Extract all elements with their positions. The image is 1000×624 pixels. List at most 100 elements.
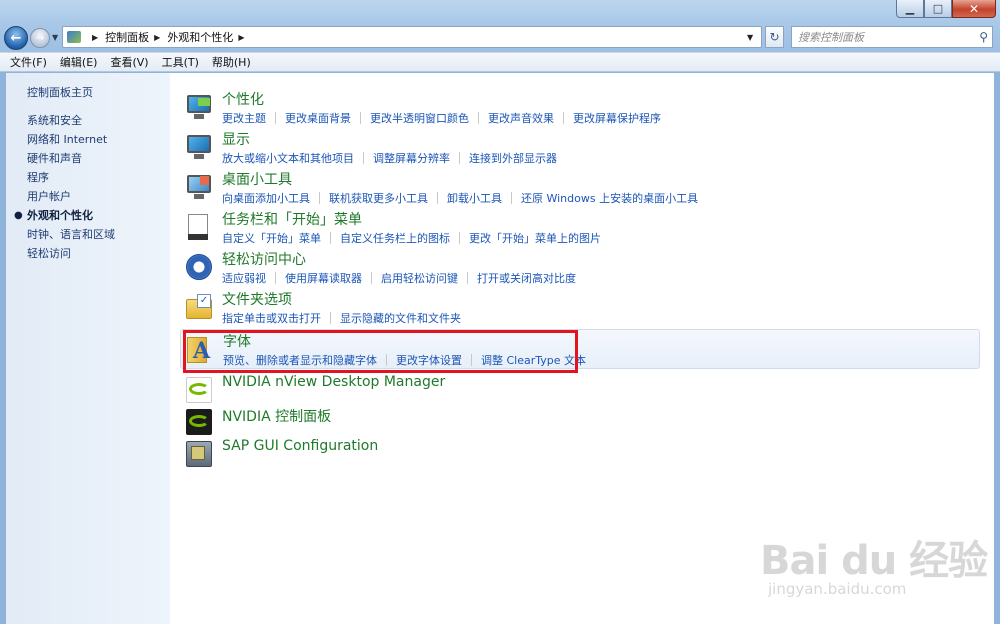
task-link[interactable]: 适应弱视 (222, 270, 266, 286)
task-link[interactable]: 指定单击或双击打开 (222, 310, 321, 326)
task-link[interactable]: 更改桌面背景 (285, 110, 351, 126)
task-link[interactable]: 更改声音效果 (488, 110, 554, 126)
sidebar-item-label: 时钟、语言和区域 (27, 228, 115, 241)
menu-help[interactable]: 帮助(H) (212, 54, 251, 70)
maximize-icon: □ (932, 2, 944, 15)
item-nvidia-control-panel: NVIDIA 控制面板 (180, 403, 980, 435)
sidebar-item-appearance[interactable]: ● 外观和个性化 (6, 206, 170, 225)
category-title[interactable]: 个性化 (222, 89, 264, 109)
task-link[interactable]: 连接到外部显示器 (469, 150, 557, 166)
sidebar-item-ease-of-access[interactable]: 轻松访问 (6, 244, 170, 263)
category-title[interactable]: 桌面小工具 (222, 169, 292, 189)
ease-of-access-icon[interactable] (184, 252, 214, 282)
breadcrumb-control-panel[interactable]: 控制面板 (105, 29, 149, 45)
search-icon[interactable]: ⚲ (979, 30, 988, 44)
maximize-button[interactable]: □ (924, 0, 952, 18)
baidu-jingyan-watermark: Bai du 经验 jingyan.baidu.com (760, 520, 990, 616)
breadcrumb-chevron-icon[interactable]: ▶ (92, 33, 98, 42)
task-link[interactable]: 向桌面添加小工具 (222, 190, 310, 206)
gadgets-icon[interactable] (184, 172, 214, 202)
task-link[interactable]: 联机获取更多小工具 (329, 190, 428, 206)
category-links: 更改主题 更改桌面背景 更改半透明窗口颜色 更改声音效果 更改屏幕保护程序 (222, 110, 661, 126)
sidebar-item-clock-language[interactable]: 时钟、语言和区域 (6, 225, 170, 244)
breadcrumb-chevron-icon[interactable]: ▶ (238, 33, 244, 42)
address-dropdown-icon[interactable]: ▼ (747, 33, 761, 42)
task-link[interactable]: 更改半透明窗口颜色 (370, 110, 469, 126)
back-button[interactable]: ← (4, 26, 28, 50)
sidebar-item-network[interactable]: 网络和 Internet (6, 130, 170, 149)
navigation-pane: 控制面板主页 系统和安全 网络和 Internet 硬件和声音 程序 用户帐户 … (6, 73, 170, 624)
sidebar-item-label: 网络和 Internet (27, 133, 108, 146)
nvidia-icon[interactable] (184, 407, 214, 437)
refresh-button[interactable]: ↻ (765, 26, 784, 48)
task-link[interactable]: 更改屏幕保护程序 (573, 110, 661, 126)
taskbar-icon[interactable] (184, 212, 214, 242)
minimize-icon: ▁ (905, 2, 915, 15)
minimize-button[interactable]: ▁ (896, 0, 924, 18)
window-controls: ▁ □ ✕ (896, 0, 996, 18)
window-titlebar: ▁ □ ✕ ← → ▼ ▶ 控制面板 ▶ 外观和个性化 ▶ ▼ ↻ ⚲ (0, 0, 1000, 52)
menu-view[interactable]: 查看(V) (110, 54, 148, 70)
category-title[interactable]: 显示 (222, 129, 250, 149)
category-title[interactable]: 任务栏和「开始」菜单 (222, 209, 362, 229)
sidebar-item-hardware-sound[interactable]: 硬件和声音 (6, 149, 170, 168)
category-taskbar: 任务栏和「开始」菜单 自定义「开始」菜单 自定义任务栏上的图标 更改「开始」菜单… (180, 208, 980, 248)
close-button[interactable]: ✕ (952, 0, 996, 18)
item-nvidia-nview: NVIDIA nView Desktop Manager (180, 371, 980, 403)
task-link[interactable]: 放大或缩小文本和其他项目 (222, 150, 354, 166)
personalization-icon[interactable] (184, 92, 214, 122)
menu-bar: 文件(F) 编辑(E) 查看(V) 工具(T) 帮助(H) (0, 52, 1000, 72)
task-link[interactable]: 显示隐藏的文件和文件夹 (340, 310, 461, 326)
address-bar[interactable]: ▶ 控制面板 ▶ 外观和个性化 ▶ ▼ (62, 26, 762, 48)
category-gadgets: 桌面小工具 向桌面添加小工具 联机获取更多小工具 卸载小工具 还原 Window… (180, 168, 980, 208)
task-link[interactable]: 卸载小工具 (447, 190, 502, 206)
close-icon: ✕ (968, 1, 980, 16)
breadcrumb-chevron-icon[interactable]: ▶ (154, 33, 160, 42)
task-link[interactable]: 自定义任务栏上的图标 (340, 230, 450, 246)
watermark-url: jingyan.baidu.com (768, 580, 907, 598)
category-title[interactable]: 文件夹选项 (222, 289, 292, 309)
breadcrumb-appearance[interactable]: 外观和个性化 (167, 29, 233, 45)
display-icon[interactable] (184, 132, 214, 162)
forward-button[interactable]: → (30, 28, 50, 48)
category-display: 显示 放大或缩小文本和其他项目 调整屏幕分辨率 连接到外部显示器 (180, 128, 980, 168)
task-link[interactable]: 打开或关闭高对比度 (477, 270, 576, 286)
nvidia-icon[interactable] (184, 375, 214, 405)
folder-options-icon[interactable]: ✓ (184, 292, 214, 322)
item-title[interactable]: NVIDIA 控制面板 (222, 406, 331, 426)
search-box[interactable]: ⚲ (791, 26, 993, 48)
task-link[interactable]: 更改主题 (222, 110, 266, 126)
category-links: 适应弱视 使用屏幕读取器 启用轻松访问键 打开或关闭高对比度 (222, 270, 576, 286)
task-link[interactable]: 更改「开始」菜单上的图片 (469, 230, 601, 246)
task-link[interactable]: 使用屏幕读取器 (285, 270, 362, 286)
menu-tools[interactable]: 工具(T) (162, 54, 199, 70)
sidebar-item-user-accounts[interactable]: 用户帐户 (6, 187, 170, 206)
task-link[interactable]: 还原 Windows 上安装的桌面小工具 (521, 190, 698, 206)
category-personalization: 个性化 更改主题 更改桌面背景 更改半透明窗口颜色 更改声音效果 更改屏幕保护程… (180, 88, 980, 128)
sap-icon[interactable] (184, 439, 214, 469)
sidebar-home-link[interactable]: 控制面板主页 (6, 85, 170, 103)
item-title[interactable]: NVIDIA nView Desktop Manager (222, 374, 445, 390)
category-title[interactable]: 轻松访问中心 (222, 249, 306, 269)
control-panel-icon (67, 31, 81, 43)
task-link[interactable]: 调整屏幕分辨率 (373, 150, 450, 166)
sidebar-item-programs[interactable]: 程序 (6, 168, 170, 187)
sidebar-item-label: 程序 (27, 171, 49, 184)
category-links: 向桌面添加小工具 联机获取更多小工具 卸载小工具 还原 Windows 上安装的… (222, 190, 698, 206)
menu-edit[interactable]: 编辑(E) (60, 54, 98, 70)
highlight-annotation-box (183, 330, 578, 373)
category-links: 自定义「开始」菜单 自定义任务栏上的图标 更改「开始」菜单上的图片 (222, 230, 601, 246)
sidebar-item-label: 系统和安全 (27, 114, 82, 127)
task-link[interactable]: 自定义「开始」菜单 (222, 230, 321, 246)
recent-pages-dropdown[interactable]: ▼ (52, 33, 58, 42)
item-title[interactable]: SAP GUI Configuration (222, 438, 378, 454)
search-input[interactable] (798, 30, 968, 44)
sidebar-item-system-security[interactable]: 系统和安全 (6, 111, 170, 130)
sidebar-item-label: 用户帐户 (27, 190, 71, 203)
sidebar-item-label: 轻松访问 (27, 247, 71, 260)
menu-file[interactable]: 文件(F) (10, 54, 47, 70)
task-link[interactable]: 启用轻松访问键 (381, 270, 458, 286)
category-folder-options: ✓ 文件夹选项 指定单击或双击打开 显示隐藏的文件和文件夹 (180, 288, 980, 328)
watermark-logo: Bai du 经验 (760, 538, 988, 584)
item-sap-gui: SAP GUI Configuration (180, 435, 980, 467)
